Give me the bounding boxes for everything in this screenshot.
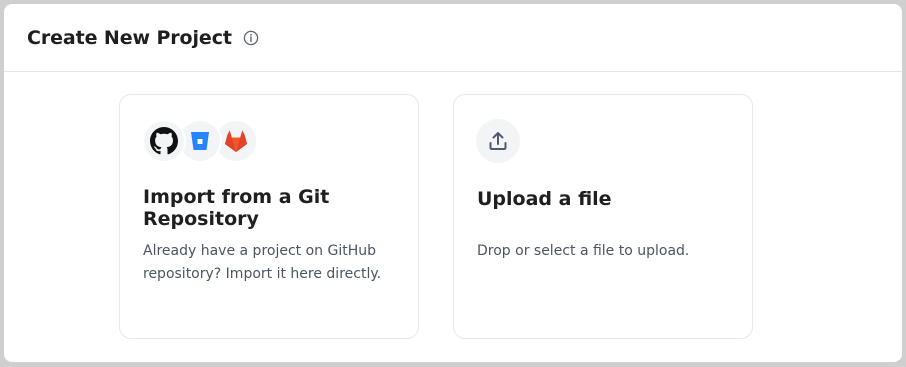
upload-icon <box>476 119 520 163</box>
upload-card-description: Drop or select a file to upload. <box>477 243 690 259</box>
info-icon[interactable] <box>243 30 259 46</box>
git-card-description: Already have a project on GitHub reposit… <box>143 243 382 282</box>
dialog-header: Create New Project <box>4 4 902 72</box>
dialog-title: Create New Project <box>27 26 232 49</box>
upload-file-card[interactable]: Upload a file Drop or select a file to u… <box>453 94 753 339</box>
git-card-title: Import from a Git Repository <box>143 186 330 230</box>
github-icon <box>142 119 186 163</box>
upload-card-title: Upload a file <box>477 188 612 210</box>
project-options: Import from a Git Repository Already hav… <box>4 94 902 342</box>
git-provider-logos <box>142 119 258 163</box>
import-git-card[interactable]: Import from a Git Repository Already hav… <box>119 94 419 339</box>
create-project-dialog: Create New Project Import from a Git Rep… <box>4 4 902 362</box>
